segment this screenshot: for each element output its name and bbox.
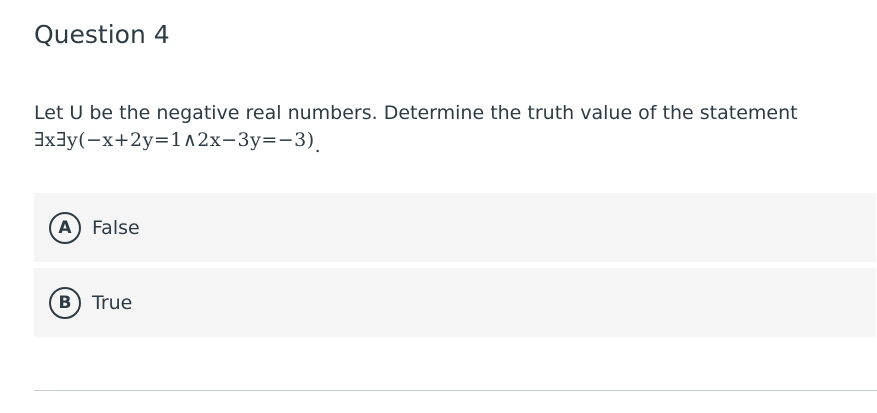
bottom-divider xyxy=(34,390,877,391)
answer-choice-b[interactable]: B True xyxy=(34,268,876,337)
formula-period: . xyxy=(314,135,322,157)
choice-label-b: True xyxy=(92,291,133,314)
logic-formula: ∃x∃y(−x+2y=1∧2x−3y=−3). xyxy=(34,126,864,157)
question-title: Question 4 xyxy=(34,20,170,49)
choice-letter-badge-b: B xyxy=(49,286,81,319)
formula-expression: ∃x∃y(−x+2y=1∧2x−3y=−3) xyxy=(34,129,315,151)
question-prompt: Let U be the negative real numbers. Dete… xyxy=(34,100,864,157)
prompt-text: Let U be the negative real numbers. Dete… xyxy=(34,102,798,124)
choice-label-a: False xyxy=(92,216,140,239)
answer-choice-a[interactable]: A False xyxy=(34,193,876,262)
choice-letter-badge-a: A xyxy=(49,211,81,244)
